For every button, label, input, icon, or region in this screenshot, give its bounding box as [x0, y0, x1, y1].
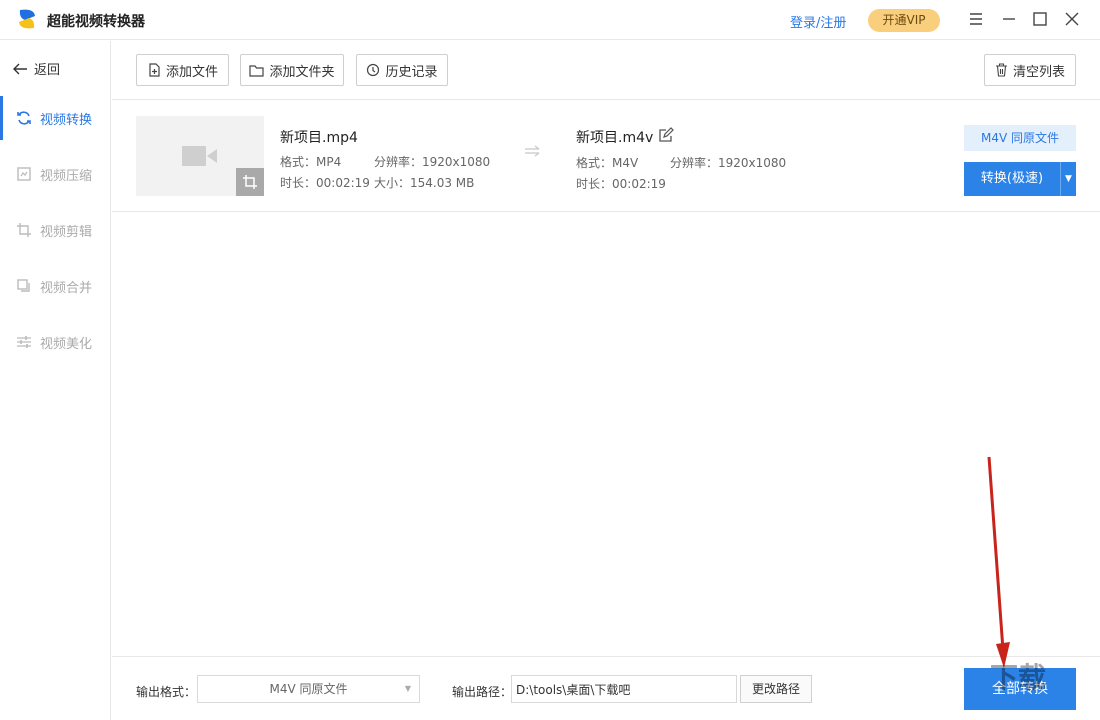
merge-icon	[17, 279, 30, 292]
back-button[interactable]: 返回	[12, 59, 60, 78]
compress-icon	[17, 167, 31, 181]
history-label: 历史记录	[385, 64, 438, 80]
add-file-icon	[149, 63, 160, 77]
folder-icon	[249, 64, 265, 77]
source-resolution: 分辨率：1920x1080	[374, 155, 491, 169]
sidebar-item-label: 视频压缩	[40, 168, 93, 184]
sliders-icon	[17, 336, 31, 348]
output-format-tag[interactable]: M4V 同原文件	[964, 125, 1076, 151]
add-file-label: 添加文件	[165, 64, 218, 80]
sidebar-item-video-edit[interactable]: 视频剪辑	[0, 208, 110, 252]
maximize-icon[interactable]	[1029, 8, 1051, 30]
arrow-left-icon	[13, 63, 27, 74]
sidebar-item-label: 视频剪辑	[40, 224, 93, 240]
back-label: 返回	[34, 63, 61, 78]
target-resolution: 分辨率：1920x1080	[670, 156, 787, 170]
source-duration: 时长：00:02:19	[280, 176, 370, 190]
clock-icon	[367, 63, 380, 77]
convert-fast-button[interactable]: 转换(极速)	[964, 162, 1061, 196]
close-icon[interactable]	[1061, 8, 1083, 30]
sidebar: 返回 视频转换 视频压缩 视频剪辑 视频合并 视频美化	[0, 41, 111, 720]
history-button[interactable]: 历史记录	[356, 54, 448, 86]
output-format-value: M4V 同原文件	[269, 682, 348, 696]
video-thumbnail	[136, 116, 264, 196]
crop-button[interactable]	[236, 168, 264, 196]
chevron-down-icon: ▼	[404, 684, 411, 693]
sidebar-item-label: 视频转换	[40, 112, 93, 128]
target-file-name: 新项目.m4v	[576, 130, 654, 146]
toolbar: 添加文件 添加文件夹 历史记录 清空列表	[112, 41, 1100, 100]
title-bar: 超能视频转换器 登录/注册 开通VIP	[0, 0, 1100, 40]
clear-list-button[interactable]: 清空列表	[984, 54, 1076, 86]
clear-list-label: 清空列表	[1012, 64, 1065, 80]
add-folder-label: 添加文件夹	[269, 64, 335, 80]
source-format: 格式：MP4	[280, 155, 342, 169]
vip-button[interactable]: 开通VIP	[868, 9, 940, 32]
crop-icon	[243, 175, 257, 189]
file-list-row: 新项目.mp4 格式：MP4 分辨率：1920x1080 时长：00:02:19…	[112, 101, 1100, 212]
sidebar-item-video-compress[interactable]: 视频压缩	[0, 152, 110, 196]
video-camera-icon	[182, 146, 217, 166]
refresh-icon	[17, 111, 31, 125]
change-path-button[interactable]: 更改路径	[740, 675, 812, 703]
sidebar-item-label: 视频合并	[40, 280, 93, 296]
login-register-link[interactable]: 登录/注册	[790, 12, 846, 31]
output-format-select[interactable]: M4V 同原文件 ▼	[197, 675, 420, 703]
watermark-logo: 下载	[990, 661, 1047, 694]
edit-icon[interactable]	[658, 127, 674, 143]
app-title: 超能视频转换器	[47, 14, 145, 30]
trash-icon	[995, 63, 1007, 77]
convert-arrow-icon	[525, 145, 540, 157]
output-format-label: 输出格式：	[136, 685, 197, 699]
bottom-bar: 输出格式： M4V 同原文件 ▼ 输出路径： 更改路径 全部转换	[112, 656, 1100, 720]
app-logo-icon	[19, 9, 35, 29]
sidebar-item-video-merge[interactable]: 视频合并	[0, 264, 110, 308]
sidebar-item-video-convert[interactable]: 视频转换	[0, 96, 110, 140]
add-folder-button[interactable]: 添加文件夹	[240, 54, 344, 86]
output-path-label: 输出路径：	[452, 685, 513, 699]
sidebar-item-video-beautify[interactable]: 视频美化	[0, 320, 110, 364]
add-file-button[interactable]: 添加文件	[136, 54, 229, 86]
sidebar-item-label: 视频美化	[40, 336, 93, 352]
source-size: 大小：154.03 MB	[374, 176, 475, 190]
output-path-input[interactable]	[511, 675, 737, 703]
crop-icon	[17, 223, 31, 237]
minimize-icon[interactable]	[998, 8, 1020, 30]
source-file-name: 新项目.mp4	[280, 130, 358, 146]
app-window: 超能视频转换器 登录/注册 开通VIP 返回 视频转换 视频压缩 视频剪辑 视频…	[0, 0, 1100, 720]
target-format: 格式：M4V	[576, 156, 639, 170]
convert-options-dropdown[interactable]: ▼	[1061, 162, 1076, 196]
menu-icon[interactable]	[965, 8, 987, 30]
target-duration: 时长：00:02:19	[576, 177, 666, 191]
